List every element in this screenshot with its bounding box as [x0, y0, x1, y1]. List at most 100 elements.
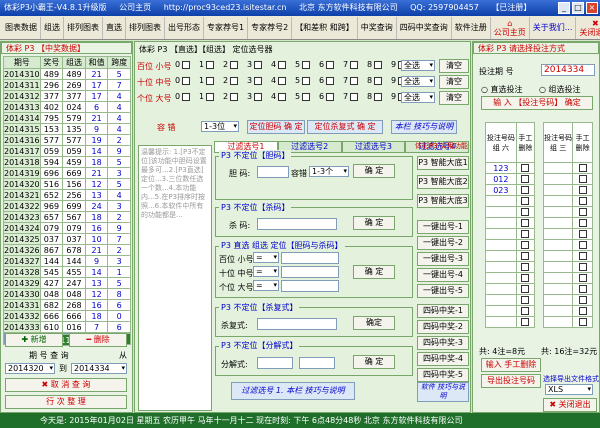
sha-input[interactable] — [257, 218, 337, 230]
bet-row[interactable] — [485, 239, 536, 251]
table-row[interactable]: 2014327 144 144 9 3 — [3, 255, 131, 267]
digit-option[interactable]: 7 — [343, 60, 367, 69]
checkbox-icon[interactable] — [302, 76, 311, 85]
checkbox-icon[interactable] — [578, 219, 587, 227]
bet-delete-checkbox[interactable] — [515, 162, 536, 174]
checkbox-icon[interactable] — [374, 76, 383, 85]
tips-button[interactable]: 本栏 技巧与说明 — [391, 120, 457, 134]
side-function-button[interactable]: 一键出号-4 — [417, 268, 469, 282]
table-row[interactable]: 2014320 516 156 12 5 — [3, 178, 131, 190]
checkbox-icon[interactable] — [278, 92, 287, 101]
bet-row[interactable] — [485, 195, 536, 207]
tb-direct[interactable]: 直选 — [103, 16, 126, 39]
table-row[interactable]: 2014317 059 059 14 9 — [3, 145, 131, 157]
radio-group[interactable]: ○ 组选投注 — [539, 84, 581, 95]
table-row[interactable]: 2014319 696 669 21 3 — [3, 167, 131, 179]
side-function-button[interactable]: 四码中奖-1 — [417, 304, 469, 318]
bet-row[interactable]: 123 — [485, 162, 536, 174]
digit-option[interactable]: 1 — [199, 60, 223, 69]
bet-row[interactable] — [485, 206, 536, 218]
checkbox-icon[interactable] — [578, 208, 587, 216]
table-row[interactable]: 2014322 969 699 24 3 — [3, 200, 131, 212]
checkbox-icon[interactable] — [521, 241, 530, 249]
bet-delete-checkbox[interactable] — [515, 294, 536, 306]
table-row[interactable]: 2014312 377 377 17 4 — [3, 90, 131, 102]
side-function-button[interactable]: 一键出号-5 — [417, 284, 469, 298]
bet-delete-checkbox[interactable] — [515, 184, 536, 196]
bet-delete-checkbox[interactable] — [515, 272, 536, 284]
table-row[interactable]: 2014331 682 268 16 6 — [3, 299, 131, 311]
close-exit-button[interactable]: ✖ 关闭退出 — [543, 398, 597, 412]
checkbox-icon[interactable] — [521, 296, 530, 304]
bet-delete-checkbox[interactable] — [515, 228, 536, 240]
checkbox-icon[interactable] — [254, 60, 263, 69]
table-row[interactable]: 2014325 037 037 10 7 — [3, 233, 131, 245]
checkbox-icon[interactable] — [578, 252, 587, 260]
checkbox-icon[interactable] — [521, 186, 530, 194]
checkbox-icon[interactable] — [578, 241, 587, 249]
tab-filter-3[interactable]: 过滤选号3 — [341, 141, 406, 153]
checkbox-icon[interactable] — [206, 60, 215, 69]
digit-option[interactable]: 6 — [319, 76, 343, 85]
tb-expert-2[interactable]: 专家荐号2 — [248, 16, 293, 39]
add-button[interactable]: ✚ 新增 — [5, 333, 63, 347]
checkbox-icon[interactable] — [578, 175, 587, 183]
bet-delete-checkbox[interactable] — [515, 305, 536, 317]
checkbox-icon[interactable] — [521, 285, 530, 293]
bet-row[interactable] — [485, 294, 536, 306]
tb-sum-diff[interactable]: 【和差积 和跨】 — [292, 16, 358, 39]
digit-option[interactable]: 3 — [247, 76, 271, 85]
table-row[interactable]: 2014326 867 678 21 2 — [3, 244, 131, 256]
checkbox-icon[interactable] — [326, 92, 335, 101]
bet-delete-checkbox[interactable] — [572, 206, 593, 218]
digit-option[interactable]: 3 — [247, 60, 271, 69]
bet-delete-checkbox[interactable] — [572, 272, 593, 284]
from-issue-select[interactable]: 2014320 — [5, 363, 55, 374]
issue-value[interactable]: 2014334 — [541, 64, 595, 76]
close-window-button[interactable]: × — [586, 2, 598, 14]
table-row[interactable]: 2014316 577 577 19 2 — [3, 134, 131, 146]
checkbox-icon[interactable] — [350, 60, 359, 69]
tb-prize-query[interactable]: 中奖查询 — [358, 16, 397, 39]
select-mode[interactable]: 全选 — [401, 92, 435, 103]
digit-option[interactable]: 0 — [175, 92, 199, 101]
bet-row[interactable] — [542, 173, 593, 185]
ding-dan-button[interactable]: 定位胆码 确 定 — [247, 120, 305, 134]
fushi-confirm[interactable]: 确定 — [353, 316, 395, 330]
tb-about[interactable]: 关于我们... — [530, 16, 577, 39]
checkbox-icon[interactable] — [206, 76, 215, 85]
pos-input-1[interactable] — [281, 252, 339, 264]
bet-delete-checkbox[interactable] — [572, 195, 593, 207]
digit-option[interactable]: 8 — [367, 92, 391, 101]
bet-row[interactable] — [542, 217, 593, 229]
digit-option[interactable]: 5 — [295, 60, 319, 69]
fenjie-input-2[interactable] — [299, 357, 335, 369]
rongcuo-select[interactable]: 1-3位 — [201, 121, 239, 132]
checkbox-icon[interactable] — [578, 318, 587, 326]
bet-delete-checkbox[interactable] — [572, 250, 593, 262]
side-function-button[interactable]: 四码中奖-4 — [417, 352, 469, 366]
bet-delete-checkbox[interactable] — [572, 239, 593, 251]
checkbox-icon[interactable] — [521, 230, 530, 238]
checkbox-icon[interactable] — [278, 60, 287, 69]
clear-button[interactable]: 清空 — [439, 75, 469, 89]
side-function-button[interactable]: 一键出号-3 — [417, 252, 469, 266]
checkbox-icon[interactable] — [254, 76, 263, 85]
bet-row[interactable] — [485, 272, 536, 284]
file-format-select[interactable]: XLS — [545, 384, 593, 395]
bet-row[interactable]: 012 — [485, 173, 536, 185]
bet-row[interactable] — [485, 316, 536, 328]
filter-tips-button[interactable]: 过滤选号 1. 本栏 技巧与说明 — [231, 382, 355, 400]
dan-confirm[interactable]: 确 定 — [353, 164, 395, 178]
table-row[interactable]: 2014329 427 247 13 5 — [3, 277, 131, 289]
export-button[interactable]: 导出投注号码 — [481, 374, 541, 388]
bet-delete-checkbox[interactable] — [515, 250, 536, 262]
side-function-button[interactable]: 四码中奖-5 — [417, 368, 469, 382]
checkbox-icon[interactable] — [521, 307, 530, 315]
checkbox-icon[interactable] — [302, 92, 311, 101]
digit-option[interactable]: 4 — [271, 60, 295, 69]
checkbox-icon[interactable] — [578, 164, 587, 172]
digit-option[interactable]: 2 — [223, 60, 247, 69]
pos-confirm[interactable]: 确 定 — [353, 265, 395, 279]
checkbox-icon[interactable] — [521, 252, 530, 260]
